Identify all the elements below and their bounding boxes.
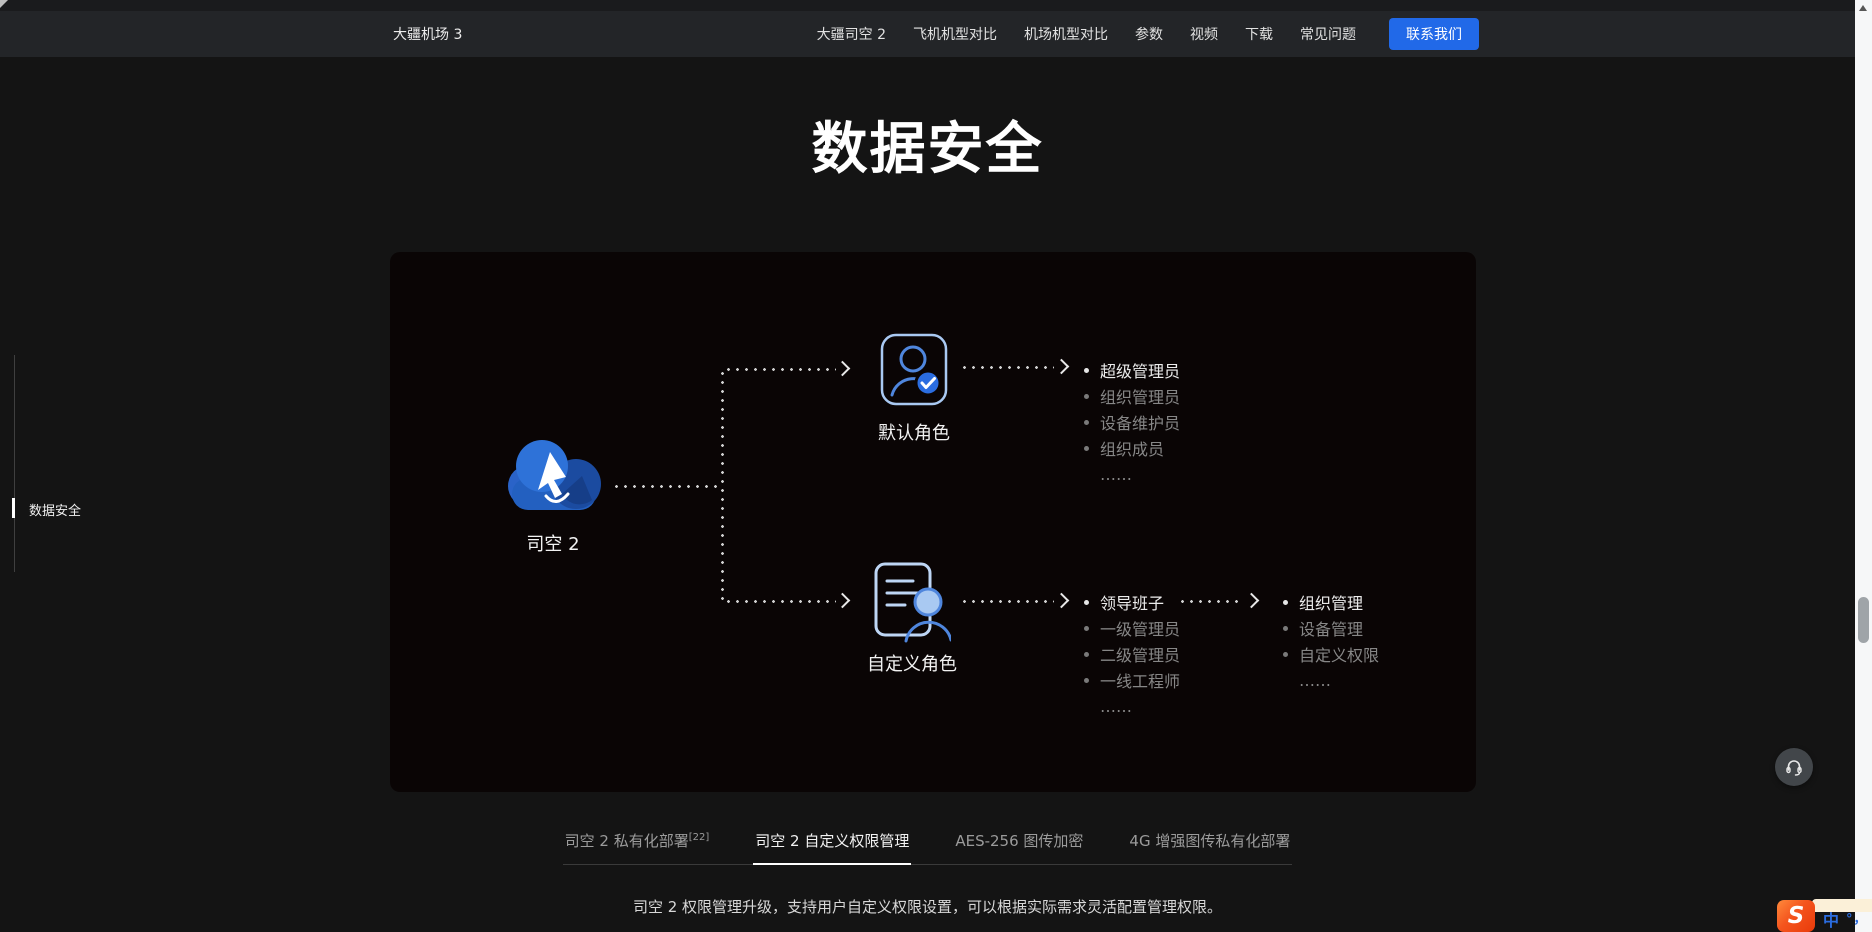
nav-item-aircraft-compare[interactable]: 飞机机型对比 xyxy=(913,24,997,44)
brand-link[interactable]: 大疆机场 3 xyxy=(393,24,462,44)
permission-item: 设备管理 xyxy=(1283,615,1379,641)
ime-language-indicator[interactable]: 中 xyxy=(1823,907,1839,931)
role-item: 组织管理员 xyxy=(1084,383,1180,409)
bullet-icon xyxy=(1084,446,1089,451)
tab-description: 司空 2 权限管理升级，支持用户自定义权限设置，可以根据实际需求灵活配置管理权限… xyxy=(0,896,1855,917)
role-item: 一线工程师 xyxy=(1084,667,1180,693)
bullet-icon xyxy=(1084,600,1089,605)
tab-flighthub2-private-deployment[interactable]: 司空 2 私有化部署[22] xyxy=(563,830,712,864)
arrow-right-icon xyxy=(1054,359,1070,375)
bullet-icon xyxy=(1084,420,1089,425)
nav-item-flighthub2[interactable]: 大疆司空 2 xyxy=(817,24,886,44)
sogou-logo-icon[interactable]: S xyxy=(1777,900,1815,932)
permission-item: 自定义权限 xyxy=(1283,641,1379,667)
footnote-ref: [22] xyxy=(689,832,710,843)
bullet-icon xyxy=(1084,652,1089,657)
role-item: 二级管理员 xyxy=(1084,641,1180,667)
window-corner xyxy=(0,0,8,8)
role-item: 一级管理员 xyxy=(1084,615,1180,641)
role-item: 领导班子 xyxy=(1084,589,1180,615)
dotted-connector xyxy=(721,369,724,603)
permission-item: 组织管理 xyxy=(1283,589,1379,615)
source-node-label: 司空 2 xyxy=(493,530,613,556)
custom-role-label: 自定义角色 xyxy=(837,650,987,676)
bullet-icon xyxy=(1084,394,1089,399)
nav-item-dock-compare[interactable]: 机场机型对比 xyxy=(1024,24,1108,44)
bullet-icon xyxy=(1084,678,1089,683)
permissions-list: 组织管理 设备管理 自定义权限 …… xyxy=(1283,589,1379,693)
arrow-right-icon xyxy=(835,593,851,609)
side-nav-track xyxy=(14,355,15,572)
role-item-ellipsis: …… xyxy=(1084,693,1180,719)
role-item: 超级管理员 xyxy=(1084,357,1180,383)
document-user-icon xyxy=(873,561,951,643)
side-nav-active-indicator xyxy=(12,498,15,518)
arrow-right-icon xyxy=(835,361,851,377)
headset-icon xyxy=(1784,757,1804,777)
data-security-diagram-panel: 司空 2 默认角色 超级管理员 组织管理员 设备维护员 组织成员 …… 自定义角… xyxy=(390,252,1476,792)
bullet-icon xyxy=(1283,652,1288,657)
tab-4g-enhanced-private-deployment[interactable]: 4G 增强图传私有化部署 xyxy=(1127,830,1292,864)
ime-punctuation-indicator[interactable]: °， xyxy=(1846,908,1868,927)
nav-item-downloads[interactable]: 下载 xyxy=(1245,24,1273,44)
top-navbar: 大疆机场 3 大疆司空 2 飞机机型对比 机场机型对比 参数 视频 下载 常见问… xyxy=(0,11,1872,57)
role-item: 设备维护员 xyxy=(1084,409,1180,435)
nav-item-videos[interactable]: 视频 xyxy=(1190,24,1218,44)
vertical-scrollbar[interactable] xyxy=(1855,0,1872,932)
default-role-label: 默认角色 xyxy=(844,419,984,445)
bullet-icon xyxy=(1283,626,1288,631)
custom-roles-list: 领导班子 一级管理员 二级管理员 一线工程师 …… xyxy=(1084,589,1180,719)
bullet-icon xyxy=(1084,626,1089,631)
scrollbar-thumb[interactable] xyxy=(1858,597,1869,643)
cloud-cursor-icon xyxy=(502,434,604,522)
arrow-right-icon xyxy=(1244,593,1260,609)
bullet-icon xyxy=(1283,600,1288,605)
page-title: 数据安全 xyxy=(0,104,1855,185)
support-float-button[interactable] xyxy=(1775,748,1813,786)
tab-flighthub2-custom-permissions[interactable]: 司空 2 自定义权限管理 xyxy=(753,830,911,864)
permission-item-ellipsis: …… xyxy=(1283,667,1379,693)
window-top-strip xyxy=(0,0,1872,11)
dotted-connector xyxy=(724,368,836,371)
role-item: 组织成员 xyxy=(1084,435,1180,461)
contact-us-button[interactable]: 联系我们 xyxy=(1389,18,1479,50)
dotted-connector xyxy=(960,600,1054,603)
tab-aes256-encryption[interactable]: AES-256 图传加密 xyxy=(953,830,1085,864)
side-nav-item-data-security[interactable]: 数据安全 xyxy=(29,500,81,519)
role-item-ellipsis: …… xyxy=(1084,461,1180,487)
nav-item-faq[interactable]: 常见问题 xyxy=(1300,24,1356,44)
arrow-right-icon xyxy=(1054,593,1070,609)
user-check-icon xyxy=(880,333,948,406)
dotted-connector xyxy=(1178,600,1244,603)
dotted-connector xyxy=(724,600,836,603)
default-roles-list: 超级管理员 组织管理员 设备维护员 组织成员 …… xyxy=(1084,357,1180,487)
nav-item-specs[interactable]: 参数 xyxy=(1135,24,1163,44)
feature-tabs: 司空 2 私有化部署[22] 司空 2 自定义权限管理 AES-256 图传加密… xyxy=(0,830,1855,865)
dotted-connector xyxy=(612,485,722,488)
dotted-connector xyxy=(960,366,1054,369)
scrollbar-up-arrow-icon[interactable] xyxy=(1859,5,1867,11)
bullet-icon xyxy=(1084,368,1089,373)
